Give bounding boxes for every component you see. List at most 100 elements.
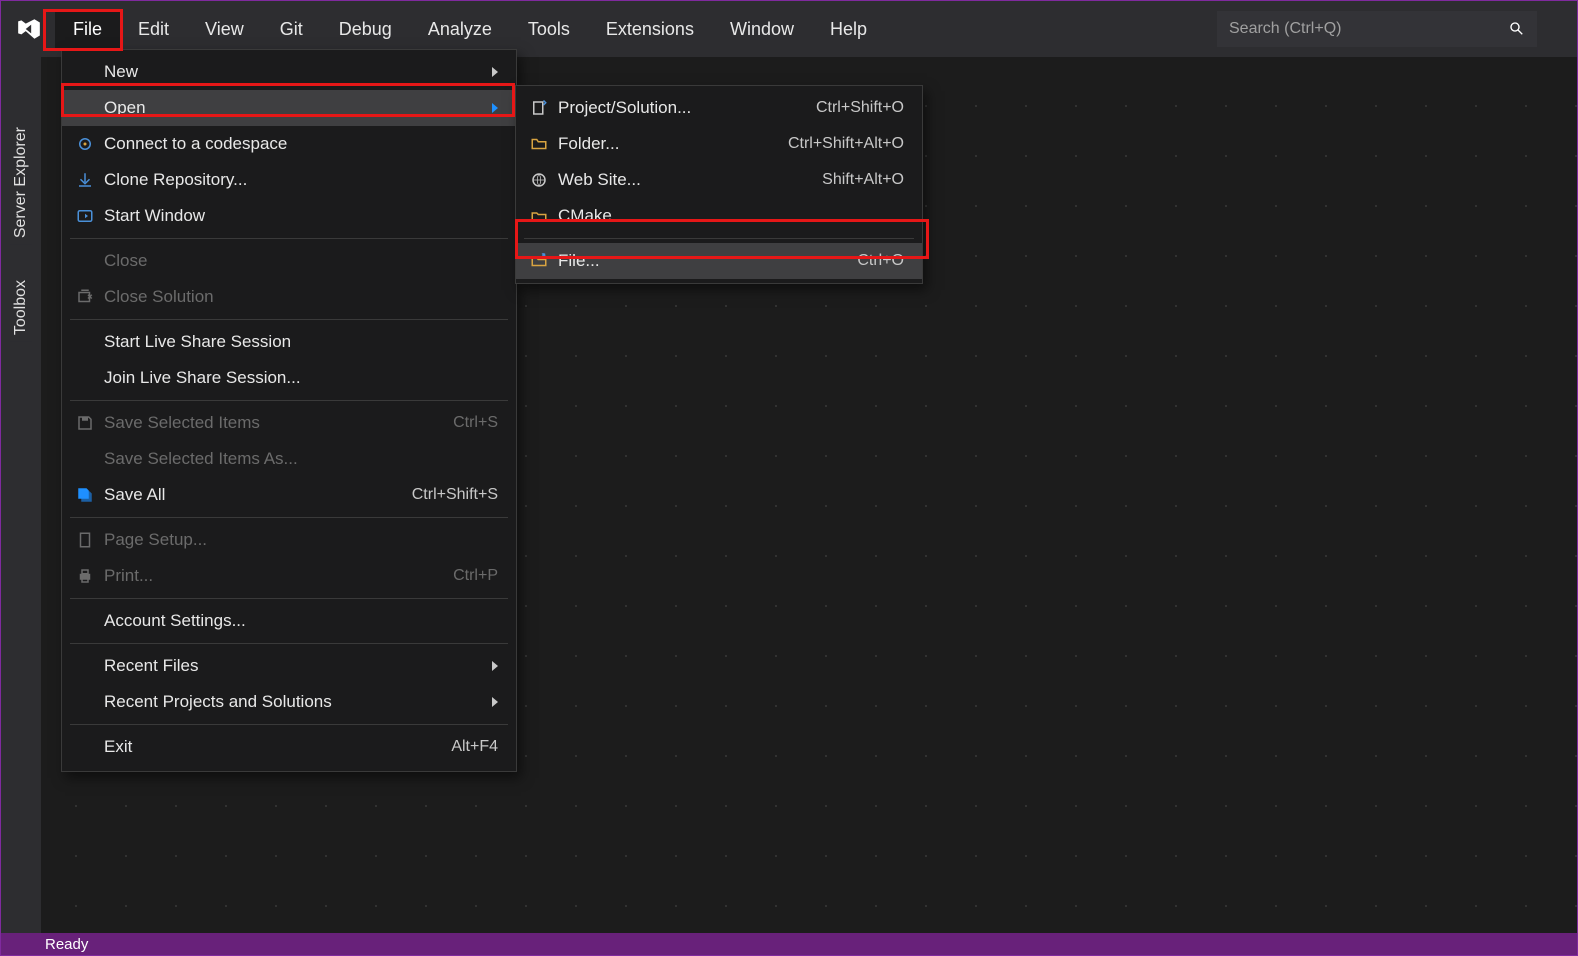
file-connect-codespace[interactable]: Connect to a codespace <box>62 126 516 162</box>
menu-separator <box>70 319 508 320</box>
file-start-window[interactable]: Start Window <box>62 198 516 234</box>
menu-extensions[interactable]: Extensions <box>588 11 712 48</box>
file-save-selected-shortcut: Ctrl+S <box>453 414 498 432</box>
open-file-label: File... <box>558 251 857 271</box>
print-icon <box>70 564 100 588</box>
file-start-liveshare[interactable]: Start Live Share Session <box>62 324 516 360</box>
blank-icon <box>70 690 100 714</box>
menu-tools[interactable]: Tools <box>510 11 588 48</box>
file-page-setup: Page Setup... <box>62 522 516 558</box>
blank-icon <box>70 447 100 471</box>
file-recent-files[interactable]: Recent Files <box>62 648 516 684</box>
open-project-shortcut: Ctrl+Shift+O <box>816 99 904 117</box>
globe-icon <box>524 168 554 192</box>
file-account-settings-label: Account Settings... <box>104 611 498 631</box>
cmake-icon <box>524 204 554 228</box>
file-exit[interactable]: Exit Alt+F4 <box>62 729 516 765</box>
sidebar-toolbox[interactable]: Toolbox <box>10 274 32 341</box>
open-folder[interactable]: Folder... Ctrl+Shift+Alt+O <box>516 126 922 162</box>
menu-edit[interactable]: Edit <box>120 11 187 48</box>
menu-analyze[interactable]: Analyze <box>410 11 510 48</box>
sidebar-server-explorer[interactable]: Server Explorer <box>10 121 32 244</box>
blank-icon <box>70 96 100 120</box>
file-exit-shortcut: Alt+F4 <box>451 738 498 756</box>
open-website-label: Web Site... <box>558 170 822 190</box>
file-close: Close <box>62 243 516 279</box>
file-recent-projects-label: Recent Projects and Solutions <box>104 692 484 712</box>
clone-icon <box>70 168 100 192</box>
file-open[interactable]: Open <box>62 90 516 126</box>
file-clone-repo-label: Clone Repository... <box>104 170 498 190</box>
open-file[interactable]: File... Ctrl+O <box>516 243 922 279</box>
search-icon <box>1509 21 1525 37</box>
file-open-icon <box>524 249 554 273</box>
statusbar: Ready <box>1 933 1577 955</box>
open-website-shortcut: Shift+Alt+O <box>822 171 904 189</box>
file-connect-codespace-label: Connect to a codespace <box>104 134 498 154</box>
submenu-arrow-icon <box>492 697 498 707</box>
menu-file[interactable]: File <box>55 11 120 48</box>
file-new[interactable]: New <box>62 54 516 90</box>
menu-window[interactable]: Window <box>712 11 812 48</box>
file-print: Print... Ctrl+P <box>62 558 516 594</box>
open-submenu: Project/Solution... Ctrl+Shift+O Folder.… <box>515 85 923 284</box>
file-close-solution: Close Solution <box>62 279 516 315</box>
open-cmake[interactable]: CMake... <box>516 198 922 234</box>
status-text: Ready <box>45 936 88 953</box>
file-join-liveshare-label: Join Live Share Session... <box>104 368 498 388</box>
menu-separator <box>70 598 508 599</box>
blank-icon <box>70 249 100 273</box>
file-save-all-label: Save All <box>104 485 412 505</box>
file-exit-label: Exit <box>104 737 451 757</box>
file-recent-projects[interactable]: Recent Projects and Solutions <box>62 684 516 720</box>
menu-separator <box>70 643 508 644</box>
file-new-label: New <box>104 62 484 82</box>
file-save-selected-as: Save Selected Items As... <box>62 441 516 477</box>
blank-icon <box>70 60 100 84</box>
blank-icon <box>70 735 100 759</box>
search-box[interactable]: Search (Ctrl+Q) <box>1217 11 1537 47</box>
file-print-label: Print... <box>104 566 453 586</box>
open-website[interactable]: Web Site... Shift+Alt+O <box>516 162 922 198</box>
file-save-all[interactable]: Save All Ctrl+Shift+S <box>62 477 516 513</box>
file-menu: New Open Connect to a codespace Clone Re… <box>61 49 517 772</box>
open-project-solution[interactable]: Project/Solution... Ctrl+Shift+O <box>516 90 922 126</box>
menu-git[interactable]: Git <box>262 11 321 48</box>
file-close-solution-label: Close Solution <box>104 287 498 307</box>
folder-icon <box>524 132 554 156</box>
file-start-liveshare-label: Start Live Share Session <box>104 332 498 352</box>
blank-icon <box>70 366 100 390</box>
window-icon <box>70 204 100 228</box>
save-icon <box>70 411 100 435</box>
save-all-icon <box>70 483 100 507</box>
vs-logo-icon <box>13 13 45 45</box>
codespace-icon <box>70 132 100 156</box>
file-clone-repo[interactable]: Clone Repository... <box>62 162 516 198</box>
open-folder-label: Folder... <box>558 134 788 154</box>
file-save-selected-as-label: Save Selected Items As... <box>104 449 498 469</box>
blank-icon <box>70 654 100 678</box>
submenu-arrow-icon <box>492 103 498 113</box>
blank-icon <box>70 330 100 354</box>
file-save-selected-label: Save Selected Items <box>104 413 453 433</box>
file-start-window-label: Start Window <box>104 206 498 226</box>
menu-separator <box>70 400 508 401</box>
menu-separator <box>70 238 508 239</box>
file-print-shortcut: Ctrl+P <box>453 567 498 585</box>
search-placeholder: Search (Ctrl+Q) <box>1229 20 1341 38</box>
open-cmake-label: CMake... <box>558 206 904 226</box>
file-recent-files-label: Recent Files <box>104 656 484 676</box>
open-project-label: Project/Solution... <box>558 98 816 118</box>
open-file-shortcut: Ctrl+O <box>857 252 904 270</box>
menu-debug[interactable]: Debug <box>321 11 410 48</box>
menu-separator <box>524 238 914 239</box>
file-save-selected: Save Selected Items Ctrl+S <box>62 405 516 441</box>
file-account-settings[interactable]: Account Settings... <box>62 603 516 639</box>
menu-separator <box>70 724 508 725</box>
file-open-label: Open <box>104 98 484 118</box>
file-page-setup-label: Page Setup... <box>104 530 498 550</box>
menu-help[interactable]: Help <box>812 11 885 48</box>
menu-view[interactable]: View <box>187 11 262 48</box>
file-join-liveshare[interactable]: Join Live Share Session... <box>62 360 516 396</box>
project-icon <box>524 96 554 120</box>
